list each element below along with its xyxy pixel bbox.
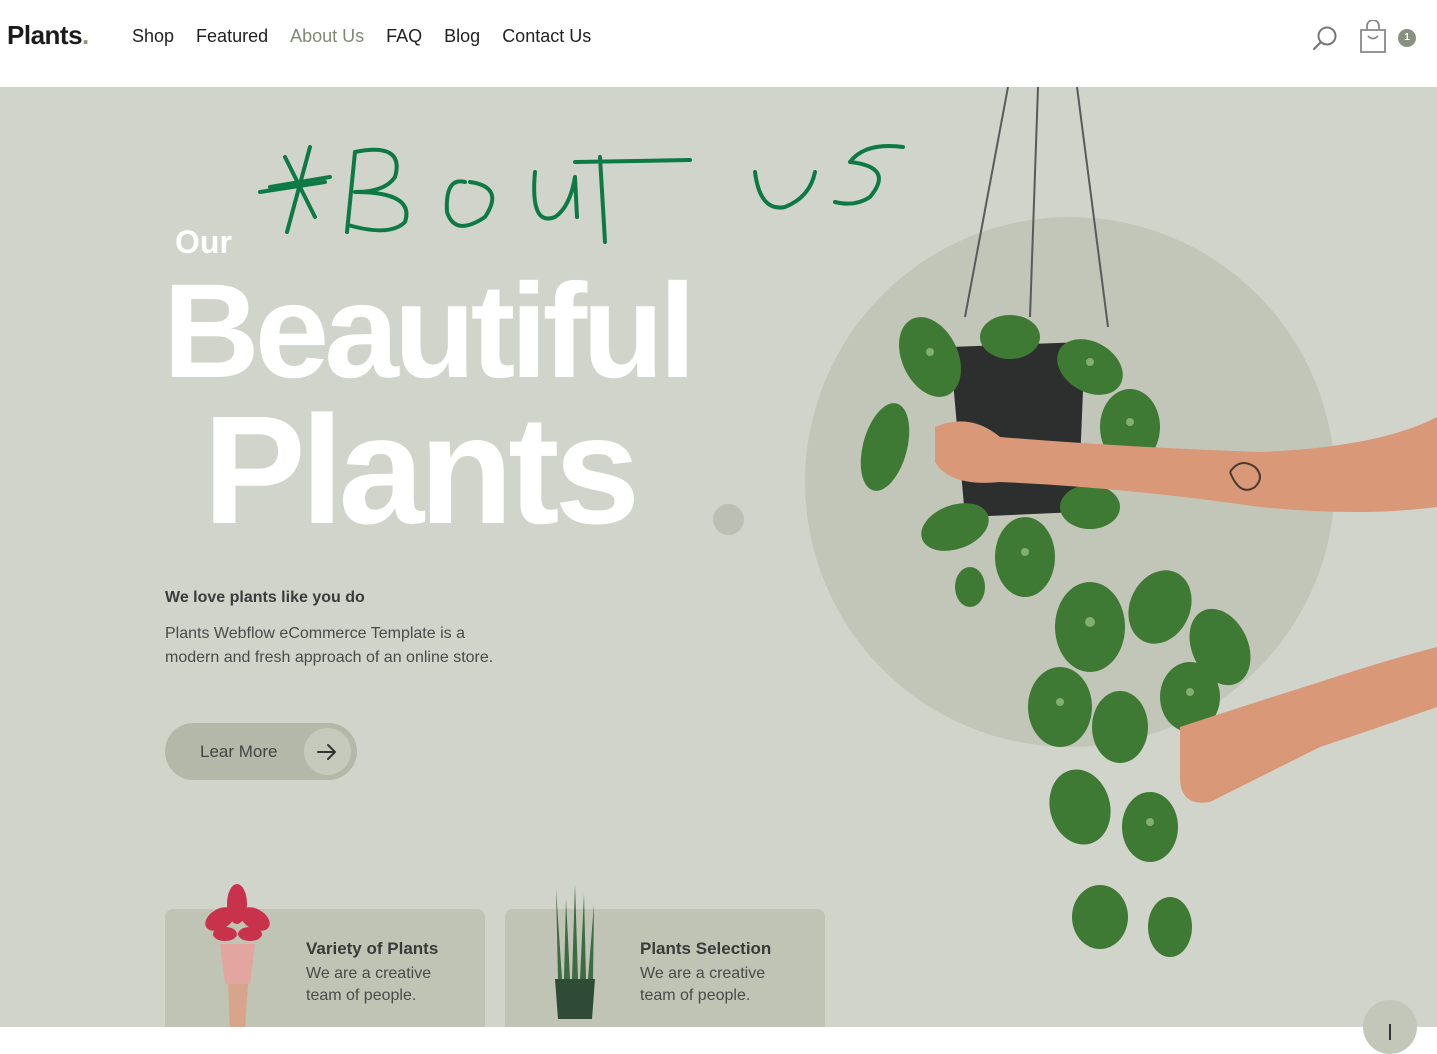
nav-link-contact-us[interactable]: Contact Us	[502, 26, 591, 47]
nav-link-about-us[interactable]: About Us	[290, 26, 364, 47]
card-title: Plants Selection	[640, 939, 772, 958]
nav-link-faq[interactable]: FAQ	[386, 26, 422, 47]
arrow-circle	[304, 728, 351, 775]
scroll-indicator-icon	[1389, 1024, 1391, 1040]
title-dot	[713, 504, 744, 535]
main-menu: Shop Featured About Us FAQ Blog Contact …	[132, 26, 591, 47]
learn-more-button[interactable]: Lear More	[165, 723, 357, 780]
hero-title-line1: Beautiful	[163, 257, 696, 406]
card-text: We are a creative team of people.	[306, 965, 432, 1004]
search-icon[interactable]	[1312, 25, 1338, 51]
card-title: Variety of Plants	[306, 939, 439, 958]
shopping-bag-icon[interactable]	[1359, 20, 1387, 54]
hero-kicker: Our	[175, 224, 232, 260]
top-navigation: Plants. Shop Featured About Us FAQ Blog …	[0, 0, 1437, 87]
feature-card-variety[interactable]: Variety of Plants We are a creative team…	[165, 884, 485, 1027]
hanging-plant-image	[860, 87, 1437, 957]
site-logo[interactable]: Plants.	[7, 20, 89, 51]
hero-title-line2: Plants	[203, 384, 640, 556]
snake-plant-image	[555, 884, 595, 1019]
learn-more-label: Lear More	[200, 742, 278, 761]
page-bottom-strip	[0, 1027, 1437, 1043]
cart-count-badge[interactable]: 1	[1398, 29, 1416, 47]
hero-section: Our Beautiful Plants We love plants like…	[0, 87, 1437, 1027]
scroll-button[interactable]	[1363, 1000, 1417, 1054]
card-text: We are a creative team of people.	[640, 965, 766, 1004]
arrow-right-icon	[317, 744, 336, 760]
hero-description: Plants Webflow eCommerce Template is a m…	[165, 625, 494, 666]
nav-link-blog[interactable]: Blog	[444, 26, 480, 47]
nav-link-shop[interactable]: Shop	[132, 26, 174, 47]
hero-subheading: We love plants like you do	[165, 589, 365, 606]
red-plant-image	[205, 884, 270, 1027]
nav-link-featured[interactable]: Featured	[196, 26, 268, 47]
feature-card-selection[interactable]: Plants Selection We are a creative team …	[505, 884, 825, 1027]
